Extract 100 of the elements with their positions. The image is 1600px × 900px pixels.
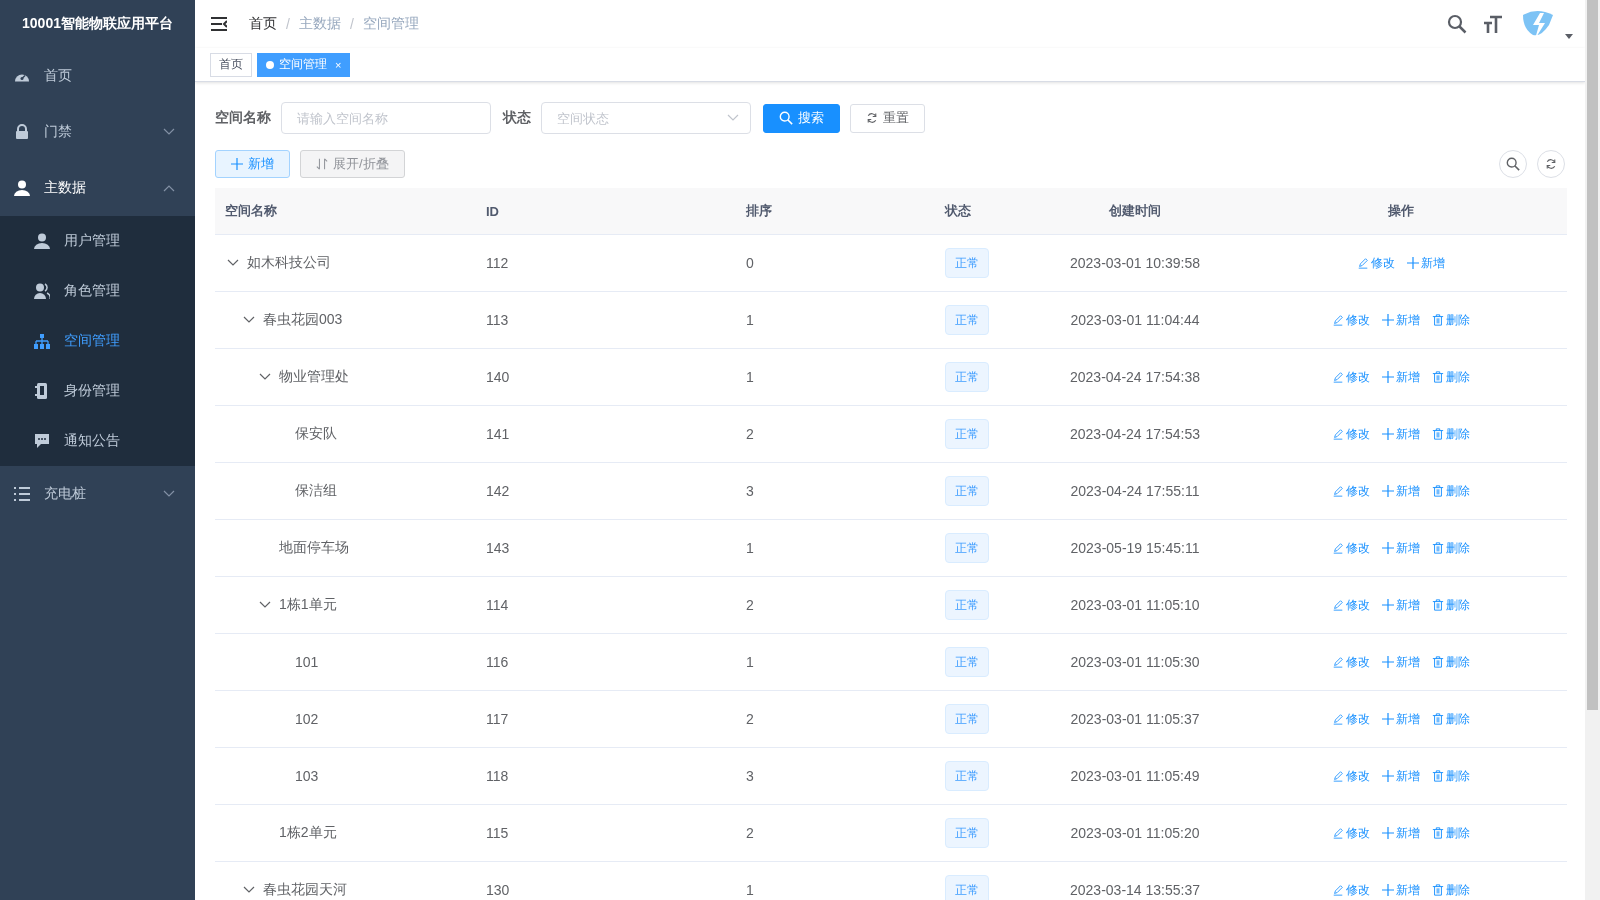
users-icon bbox=[34, 283, 50, 299]
trash-icon bbox=[1432, 769, 1444, 783]
edit-link[interactable]: 修改 bbox=[1332, 710, 1370, 728]
delete-link[interactable]: 删除 bbox=[1432, 482, 1470, 500]
user-icon bbox=[34, 233, 50, 249]
pencil-icon bbox=[1332, 313, 1344, 327]
table-cell: 1 bbox=[746, 654, 754, 670]
expand-collapse-button[interactable]: 展开/折叠 bbox=[300, 150, 405, 178]
refresh-button[interactable] bbox=[1537, 150, 1565, 178]
reset-button[interactable]: 重置 bbox=[850, 103, 925, 133]
field-label: 空间名称 bbox=[215, 109, 271, 127]
column-header: 状态 bbox=[943, 202, 972, 220]
add-link[interactable]: 新增 bbox=[1382, 368, 1420, 386]
app-title: 10001智能物联应用平台 bbox=[21, 14, 174, 33]
table-cell: 2023-03-01 11:05:30 bbox=[1070, 654, 1200, 670]
table-cell: 2023-04-24 17:55:11 bbox=[1070, 483, 1200, 499]
edit-link[interactable]: 修改 bbox=[1357, 254, 1395, 272]
pencil-icon bbox=[1357, 256, 1369, 270]
add-link[interactable]: 新增 bbox=[1382, 311, 1420, 329]
delete-link[interactable]: 删除 bbox=[1432, 710, 1470, 728]
table-cell: 2023-04-24 17:54:53 bbox=[1070, 426, 1200, 442]
table-cell: 103 bbox=[295, 768, 319, 784]
edit-link[interactable]: 修改 bbox=[1332, 311, 1370, 329]
add-link[interactable]: 新增 bbox=[1382, 539, 1420, 557]
delete-link[interactable]: 删除 bbox=[1432, 311, 1470, 329]
search-button[interactable]: 搜索 bbox=[763, 103, 840, 133]
expand-caret-icon[interactable] bbox=[227, 259, 239, 267]
add-link[interactable]: 新增 bbox=[1382, 881, 1420, 899]
sidebar-item[interactable]: 角色管理 bbox=[0, 266, 195, 316]
table-cell: 1 bbox=[746, 312, 754, 328]
delete-link[interactable]: 删除 bbox=[1432, 596, 1470, 614]
page-tab[interactable]: 空间管理 × bbox=[257, 52, 351, 77]
edit-link[interactable]: 修改 bbox=[1332, 881, 1370, 899]
refresh-icon bbox=[866, 112, 878, 124]
pencil-icon bbox=[1332, 712, 1344, 726]
delete-link[interactable]: 删除 bbox=[1432, 881, 1470, 899]
column-header: 操作 bbox=[1387, 202, 1415, 220]
edit-link[interactable]: 修改 bbox=[1332, 767, 1370, 785]
delete-link[interactable]: 删除 bbox=[1432, 824, 1470, 842]
edit-link[interactable]: 修改 bbox=[1332, 482, 1370, 500]
edit-link[interactable]: 修改 bbox=[1332, 653, 1370, 671]
pencil-icon bbox=[1332, 655, 1344, 669]
add-link[interactable]: 新增 bbox=[1382, 596, 1420, 614]
add-link[interactable]: 新增 bbox=[1382, 482, 1420, 500]
input-field[interactable]: 请输入空间名称 bbox=[281, 102, 491, 134]
table-cell: 1栋2单元 bbox=[279, 824, 337, 842]
expand-caret-icon[interactable] bbox=[243, 316, 255, 324]
table-cell: 2023-03-01 11:04:44 bbox=[1070, 312, 1200, 328]
edit-link[interactable]: 修改 bbox=[1332, 596, 1370, 614]
add-link[interactable]: 新增 bbox=[1382, 767, 1420, 785]
page-tab[interactable]: 首页 bbox=[210, 52, 252, 77]
table-cell: 1栋1单元 bbox=[279, 596, 337, 614]
sidebar-item[interactable]: 用户管理 bbox=[0, 216, 195, 266]
edit-link[interactable]: 修改 bbox=[1332, 824, 1370, 842]
breadcrumb-link[interactable]: 首页 bbox=[249, 15, 277, 33]
plus-icon bbox=[1382, 827, 1394, 839]
delete-link[interactable]: 删除 bbox=[1432, 767, 1470, 785]
expand-caret-icon[interactable] bbox=[259, 601, 271, 609]
delete-link[interactable]: 删除 bbox=[1432, 425, 1470, 443]
sidebar-item[interactable]: 身份管理 bbox=[0, 366, 195, 416]
table-cell: 141 bbox=[486, 426, 510, 442]
trash-icon bbox=[1432, 883, 1444, 897]
edit-link[interactable]: 修改 bbox=[1332, 425, 1370, 443]
table-cell: 2023-03-01 11:05:10 bbox=[1070, 597, 1200, 613]
search-toggle-button[interactable] bbox=[1499, 150, 1527, 178]
select-field[interactable]: 空间状态 bbox=[541, 102, 751, 134]
expand-caret-icon[interactable] bbox=[243, 886, 255, 894]
expand-caret-icon[interactable] bbox=[259, 373, 271, 381]
add-link[interactable]: 新增 bbox=[1382, 653, 1420, 671]
sidebar-item[interactable]: 空间管理 bbox=[0, 316, 195, 366]
table-cell: 2023-03-01 10:39:58 bbox=[1070, 255, 1200, 271]
sidebar-item[interactable]: 充电桩 bbox=[0, 466, 195, 522]
delete-link[interactable]: 删除 bbox=[1432, 539, 1470, 557]
add-button[interactable]: 新增 bbox=[215, 150, 290, 178]
close-tab-button[interactable]: × bbox=[335, 58, 342, 71]
table-cell: 如木科技公司 bbox=[247, 254, 331, 272]
add-link[interactable]: 新增 bbox=[1407, 254, 1445, 272]
sidebar-item[interactable]: 主数据 bbox=[0, 160, 195, 216]
sidebar-item[interactable]: 首页 bbox=[0, 48, 195, 104]
scrollbar[interactable] bbox=[1585, 0, 1600, 900]
sidebar-item[interactable]: 通知公告 bbox=[0, 416, 195, 466]
table-cell: 春虫花园003 bbox=[263, 311, 343, 329]
breadcrumb-link[interactable]: 主数据 bbox=[298, 15, 341, 33]
delete-link[interactable]: 删除 bbox=[1432, 368, 1470, 386]
sidebar-item[interactable]: 门禁 bbox=[0, 104, 195, 160]
delete-link[interactable]: 删除 bbox=[1432, 653, 1470, 671]
table-cell: 142 bbox=[486, 483, 510, 499]
edit-link[interactable]: 修改 bbox=[1332, 539, 1370, 557]
refresh-icon bbox=[1545, 158, 1557, 170]
status-tag: 正常 bbox=[945, 875, 989, 900]
add-link[interactable]: 新增 bbox=[1382, 710, 1420, 728]
status-tag: 正常 bbox=[945, 647, 989, 677]
edit-link[interactable]: 修改 bbox=[1332, 368, 1370, 386]
add-link[interactable]: 新增 bbox=[1382, 425, 1420, 443]
trash-icon bbox=[1432, 655, 1444, 669]
plus-icon bbox=[1382, 770, 1394, 782]
column-header: 排序 bbox=[745, 202, 773, 220]
add-link[interactable]: 新增 bbox=[1382, 824, 1420, 842]
plus-icon bbox=[1382, 485, 1394, 497]
pencil-icon bbox=[1332, 427, 1344, 441]
